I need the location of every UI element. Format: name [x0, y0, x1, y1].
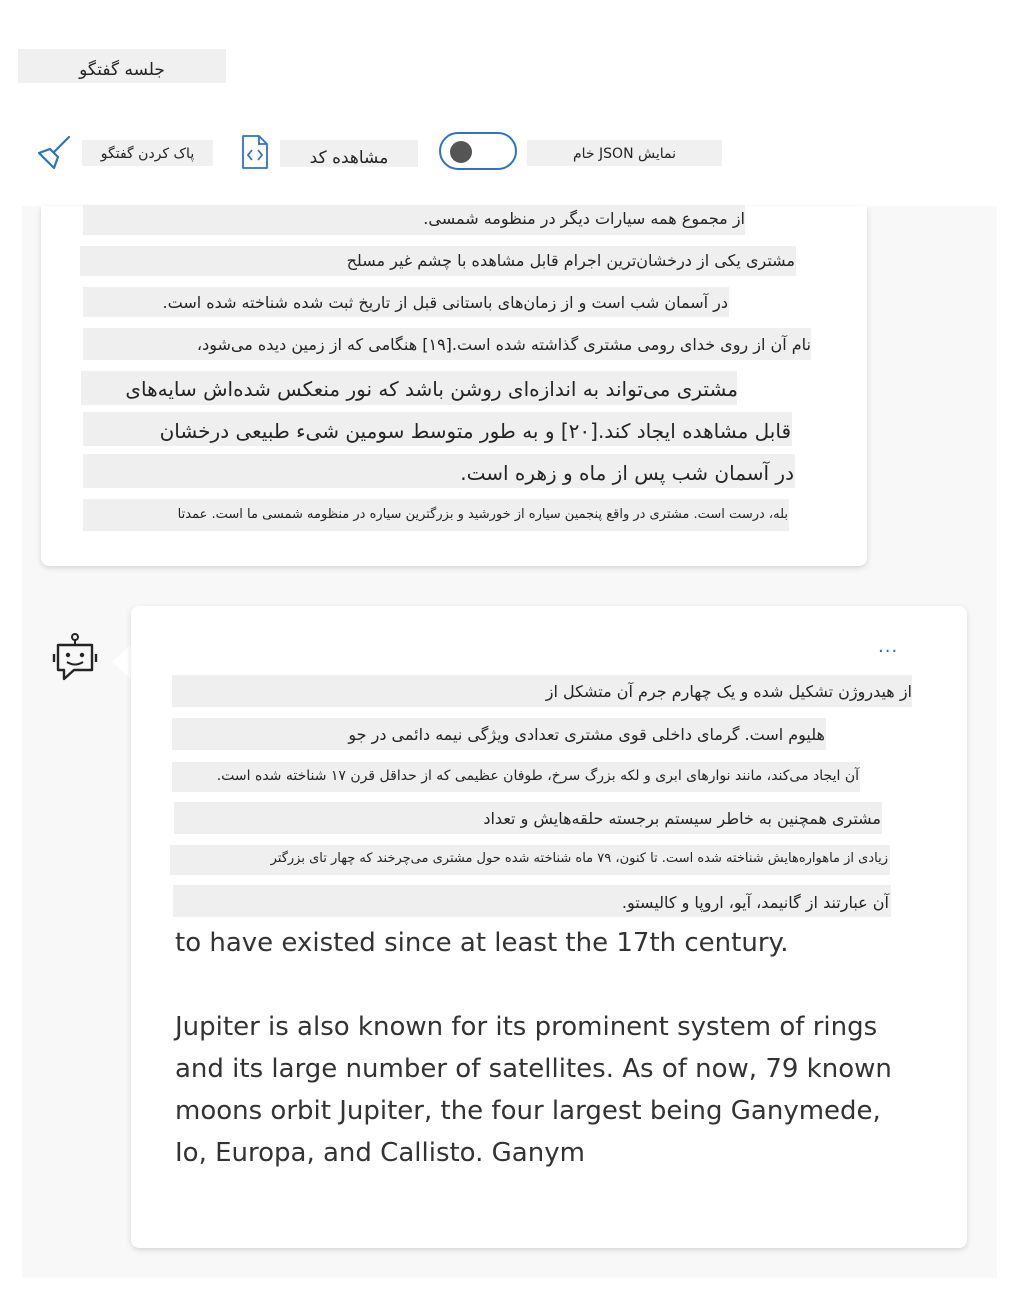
- toggle-knob: [450, 141, 472, 163]
- bot-rtl-line: زیادی از ماهواره‌هایش شناخته شده است. تا…: [270, 851, 888, 866]
- bot-english-paragraph: Jupiter is also known for its prominent …: [175, 1012, 892, 1168]
- clear-chat-button[interactable]: [34, 134, 72, 172]
- user-line: قابل مشاهده ایجاد کند.[۲۰] و به طور متوس…: [159, 419, 791, 443]
- user-line: نام آن از روی خدای رومی مشتری گذاشته شده…: [196, 335, 811, 354]
- user-line: مشتری یکی از درخشان‌ترین اجرام قابل مشاه…: [346, 251, 795, 270]
- bot-icon: [52, 633, 98, 681]
- clear-chat-label[interactable]: پاک کردن گفتگو: [82, 140, 213, 166]
- bot-english-line: to have existed since at least the 17th …: [175, 928, 789, 958]
- user-line: مشتری می‌تواند به اندازه‌ای روشن باشد که…: [125, 377, 738, 401]
- view-code-button[interactable]: [240, 134, 270, 170]
- raw-json-toggle[interactable]: [439, 132, 517, 170]
- bot-rtl-line: آن ایجاد می‌کند، مانند نوارهای ابری و لک…: [216, 768, 859, 784]
- bot-rtl-line: مشتری همچنین به خاطر سیستم برجسته حلقه‌ه…: [483, 809, 881, 828]
- user-line: در آسمان شب پس از ماه و زهره است.: [460, 461, 794, 485]
- view-code-label[interactable]: مشاهده کد: [280, 140, 418, 168]
- user-line: بله، درست است. مشتری در واقع پنجمین سیار…: [177, 507, 788, 522]
- bot-rtl-line: از هیدروژن تشکیل شده و یک چهارم جرم آن م…: [545, 682, 912, 701]
- bubble-tip: [112, 644, 132, 680]
- bot-rtl-line: آن عبارتند از گانیمد، آیو، اروپا و کالیس…: [621, 893, 889, 912]
- broom-icon: [37, 135, 71, 170]
- session-title: جلسه گفتگو: [18, 49, 226, 83]
- user-line: در آسمان شب است و از زمان‌های باستانی قب…: [162, 293, 728, 312]
- user-line: از مجموع همه سیارات دیگر در منظومه شمسی.: [423, 209, 745, 228]
- raw-json-label: نمایش JSON خام: [527, 140, 722, 166]
- bot-avatar: [52, 632, 98, 684]
- bot-rtl-line: هلیوم است. گرمای داخلی قوی مشتری تعدادی …: [348, 725, 825, 744]
- code-file-icon: [242, 135, 268, 169]
- more-options-button[interactable]: ...: [878, 636, 898, 657]
